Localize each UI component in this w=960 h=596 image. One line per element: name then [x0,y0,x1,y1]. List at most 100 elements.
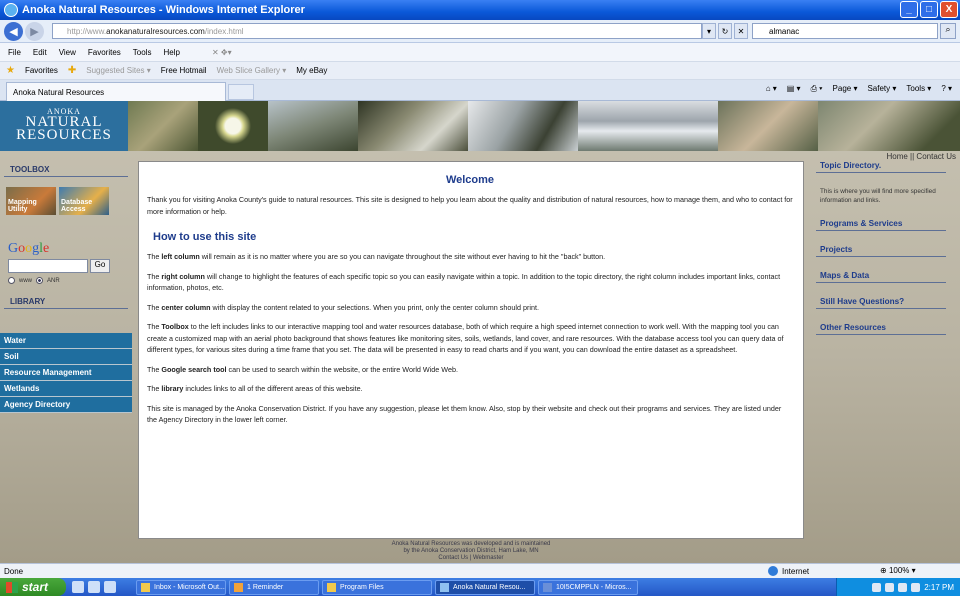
topic-directory-text: This is where you will find more specifi… [820,188,936,204]
library-item-soil[interactable]: Soil [0,349,132,365]
bold-toolbox: Toolbox [161,322,189,331]
zoom-control[interactable]: ⊕ 100% ▾ [880,566,916,575]
managed-paragraph: This site is managed by the Anoka Conser… [147,403,782,425]
bold-left-column: left column [161,252,200,261]
banner-photo-stream [578,101,718,151]
search-input[interactable]: almanac [752,23,938,39]
tab-anoka[interactable]: Anoka Natural Resources [6,82,226,101]
the-6: The [147,384,160,393]
bold-google: Google search tool [161,364,227,374]
library-menu: Water Soil Resource Management Wetlands … [0,333,132,413]
command-bar: ⌂ ▾ ▤ ▾ ⎙ ▾ Page ▾ Safety ▾ Tools ▾ ? ▾ [766,84,952,94]
tray-icon-3[interactable] [898,582,908,592]
cmd-safety[interactable]: Safety ▾ [867,84,896,94]
radio-anr[interactable] [36,277,43,284]
toolbox-heading: TOOLBOX [4,165,128,177]
task-anoka[interactable]: Anoka Natural Resou... [435,579,535,595]
menu-tools[interactable]: Tools [133,48,152,57]
menu-favorites[interactable]: Favorites [88,48,121,57]
close-button[interactable]: X [940,1,958,18]
fav-web-slice-gallery[interactable]: Web Slice Gallery ▾ [217,66,287,75]
banner-photo-trees [128,101,198,151]
fav-free-hotmail[interactable]: Free Hotmail [161,66,207,75]
library-paragraph: The library includes links to all of the… [147,383,793,395]
banner-photo-snow [468,101,578,151]
new-tab-button[interactable] [228,84,254,100]
the-4: The [147,322,160,331]
close-tab-icon[interactable]: ✕ ✥▾ [212,48,232,57]
link-maps-data[interactable]: Maps & Data [816,271,946,283]
fav-suggested-sites[interactable]: Suggested Sites ▾ [86,66,151,75]
minimize-button[interactable]: _ [900,1,918,18]
site-logo[interactable]: ANOKA NATURAL RESOURCES [0,101,128,151]
library-item-wetlands[interactable]: Wetlands [0,381,132,397]
compat-view-icon[interactable]: ▾ [702,23,716,39]
link-programs-services[interactable]: Programs & Services [816,219,946,231]
library-item-agency-directory[interactable]: Agency Directory [0,397,132,413]
menu-view[interactable]: View [59,48,76,57]
database-access-link[interactable]: Database Access [59,187,109,215]
zoom-level: 100% [888,566,910,575]
feeds-icon[interactable]: ▤ ▾ [787,84,801,94]
google-go-button[interactable]: Go [90,259,110,273]
favorites-label[interactable]: Favorites [25,66,58,75]
zone-label: Internet [782,566,810,576]
url-field[interactable]: http://www. anokanaturalresources.com /i… [52,23,702,39]
desktop-quicklaunch-icon[interactable] [104,581,116,593]
link-projects[interactable]: Projects [816,245,946,257]
task-word[interactable]: 10I5CMPPLN - Micros... [538,579,638,595]
menu-edit[interactable]: Edit [33,48,47,57]
banner-photo-flower [198,101,268,151]
favorites-bar: ★ Favorites ✚ Suggested Sites ▾ Free Hot… [0,62,960,80]
tab-label: Anoka Natural Resources [13,87,105,97]
ie-quicklaunch-icon[interactable] [72,581,84,593]
cmd-page[interactable]: Page ▾ [833,84,858,94]
task-program-files[interactable]: Program Files [322,579,432,595]
search-icon[interactable]: ⌕ [940,23,956,39]
library-item-water[interactable]: Water [0,333,132,349]
maximize-button[interactable]: □ [920,1,938,18]
fav-my-ebay[interactable]: My eBay [296,66,327,75]
tray-icon-2[interactable] [885,582,895,592]
start-button[interactable]: start [0,578,66,596]
link-still-have-questions[interactable]: Still Have Questions? [816,297,946,309]
center-column: Welcome Thank you for visiting Anoka Cou… [138,161,804,539]
right-column: Topic Directory. This is where you will … [816,161,946,335]
task-reminder[interactable]: 1 Reminder [229,579,319,595]
footer-links[interactable]: Contact Us | Webmaster [138,555,804,562]
cmd-tools[interactable]: Tools ▾ [906,84,931,94]
folder-icon [327,582,336,592]
text-left-column: will remain as it is no matter where you… [199,252,606,261]
tray-icon-1[interactable] [872,582,882,592]
favorites-star-icon[interactable]: ★ [6,65,15,76]
top-links[interactable]: Home || Contact Us [886,152,956,161]
radio-anr-label: ANR [47,277,60,284]
radio-www[interactable] [8,277,15,284]
print-icon[interactable]: ⎙ ▾ [811,84,823,94]
outlook-quicklaunch-icon[interactable] [88,581,100,593]
link-other-resources[interactable]: Other Resources [816,323,946,335]
forward-button[interactable]: ▶ [25,21,44,41]
back-button[interactable]: ◀ [4,21,23,41]
stop-icon[interactable]: ✕ [734,23,748,39]
system-tray: 2:17 PM [836,578,960,596]
task-inbox[interactable]: Inbox - Microsoft Out... [136,579,226,595]
tray-icon-4[interactable] [911,582,921,592]
text-library: includes links to all of the different a… [183,384,363,393]
library-item-resource-management[interactable]: Resource Management [0,365,132,381]
text-right-column: will change to highlight the features of… [147,271,781,293]
the-5: The [147,364,160,374]
radio-www-label: www [19,277,32,284]
windows-flag-icon [6,581,18,593]
mapping-utility-link[interactable]: Mapping Utility [6,187,56,215]
help-icon[interactable]: ? ▾ [941,84,952,94]
home-icon[interactable]: ⌂ ▾ [766,84,777,94]
add-favorite-icon[interactable]: ✚ [68,65,76,76]
howto-heading: How to use this site [153,231,257,243]
refresh-icon[interactable]: ↻ [718,23,732,39]
menu-help[interactable]: Help [163,48,179,57]
google-search-input[interactable] [8,259,88,273]
footer-line2: by the Anoka Conservation District, Ham … [403,548,539,554]
topic-directory-heading[interactable]: Topic Directory. [816,161,946,173]
menu-file[interactable]: File [8,48,21,57]
